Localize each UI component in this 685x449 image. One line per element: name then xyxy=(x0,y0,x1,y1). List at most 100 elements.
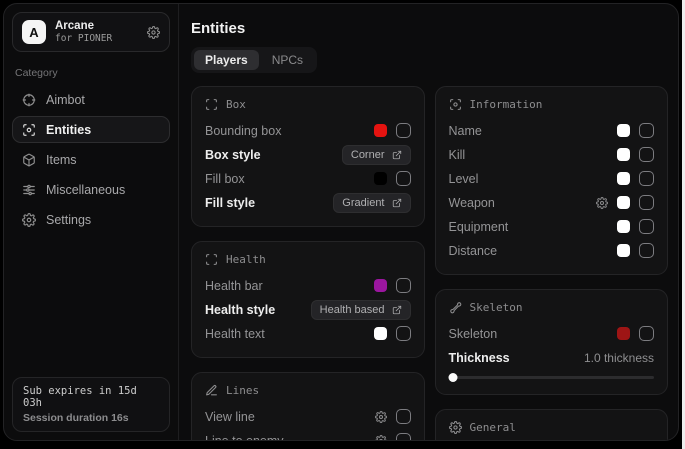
left-column: Box Bounding box Box style Corner xyxy=(191,86,425,440)
row-label: Thickness xyxy=(449,351,510,365)
skeleton-checkbox[interactable] xyxy=(639,326,654,341)
sidebar: A Arcane for PIONER Category Aimbot Enti… xyxy=(4,4,179,440)
pencil-line-icon xyxy=(205,384,218,397)
row-view-line: View line xyxy=(205,405,411,428)
gear-icon[interactable] xyxy=(375,435,387,441)
sliders-icon xyxy=(22,183,36,197)
row-label: Kill xyxy=(449,148,466,162)
brand-text: Arcane for PIONER xyxy=(55,19,138,45)
color-swatch[interactable] xyxy=(617,124,630,137)
row-fill-style: Fill style Gradient xyxy=(205,191,411,214)
color-swatch[interactable] xyxy=(617,220,630,233)
brand-name: Arcane xyxy=(55,19,138,33)
bounding-box-checkbox[interactable] xyxy=(396,123,411,138)
row-weapon: Weapon xyxy=(449,191,655,214)
row-label: Health text xyxy=(205,327,265,341)
color-swatch[interactable] xyxy=(617,244,630,257)
health-bar-checkbox[interactable] xyxy=(396,278,411,293)
crosshair-icon xyxy=(22,93,36,107)
row-skeleton: Skeleton xyxy=(449,322,655,345)
color-swatch[interactable] xyxy=(374,124,387,137)
thickness-slider[interactable] xyxy=(449,372,655,382)
sidebar-item-settings[interactable]: Settings xyxy=(12,206,170,233)
color-swatch[interactable] xyxy=(617,148,630,161)
fill-style-dropdown[interactable]: Gradient xyxy=(333,193,410,213)
card-box-header: Box xyxy=(205,98,411,111)
card-health: Health Health bar Health style Health ba… xyxy=(191,241,425,358)
row-thickness: Thickness 1.0 thickness xyxy=(449,346,655,369)
row-health-style: Health style Health based xyxy=(205,298,411,321)
thickness-value: 1.0 thickness xyxy=(584,351,654,365)
row-box-style: Box style Corner xyxy=(205,143,411,166)
line-to-enemy-checkbox[interactable] xyxy=(396,433,411,440)
row-label: Weapon xyxy=(449,196,495,210)
row-distance: Distance xyxy=(449,239,655,262)
color-swatch[interactable] xyxy=(617,172,630,185)
tab-npcs[interactable]: NPCs xyxy=(261,50,314,70)
gear-icon xyxy=(22,213,36,227)
row-level: Level xyxy=(449,167,655,190)
row-fill-box: Fill box xyxy=(205,167,411,190)
color-swatch[interactable] xyxy=(374,327,387,340)
health-style-dropdown[interactable]: Health based xyxy=(311,300,411,320)
row-equipment: Equipment xyxy=(449,215,655,238)
sidebar-item-items[interactable]: Items xyxy=(12,146,170,173)
card-title: Lines xyxy=(226,384,259,397)
weapon-checkbox[interactable] xyxy=(639,195,654,210)
sidebar-item-entities[interactable]: Entities xyxy=(12,116,170,143)
level-checkbox[interactable] xyxy=(639,171,654,186)
card-general: General Visibility check Max distance xyxy=(435,409,669,440)
row-name: Name xyxy=(449,119,655,142)
sidebar-item-aimbot[interactable]: Aimbot xyxy=(12,86,170,113)
row-label: Health bar xyxy=(205,279,263,293)
card-general-header: General xyxy=(449,421,655,434)
row-label: Name xyxy=(449,124,482,138)
expand-icon xyxy=(392,150,402,160)
row-label: Health style xyxy=(205,303,275,317)
color-swatch[interactable] xyxy=(617,327,630,340)
expand-icon xyxy=(392,198,402,208)
dropdown-value: Health based xyxy=(320,304,385,316)
sub-expiry-text: Sub expires in 15d 03h xyxy=(23,385,159,409)
card-lines-header: Lines xyxy=(205,384,411,397)
health-text-checkbox[interactable] xyxy=(396,326,411,341)
row-label: Line to enemy xyxy=(205,434,284,441)
gear-icon[interactable] xyxy=(596,197,608,209)
kill-checkbox[interactable] xyxy=(639,147,654,162)
row-label: View line xyxy=(205,410,255,424)
distance-checkbox[interactable] xyxy=(639,243,654,258)
brand-subtitle: for PIONER xyxy=(55,33,138,45)
slider-thumb[interactable] xyxy=(448,373,457,382)
card-information-header: Information xyxy=(449,98,655,111)
row-label: Box style xyxy=(205,148,261,162)
sidebar-item-label: Settings xyxy=(46,213,91,227)
row-label: Level xyxy=(449,172,479,186)
card-title: Skeleton xyxy=(470,301,523,314)
box-style-dropdown[interactable]: Corner xyxy=(342,145,411,165)
subscription-info: Sub expires in 15d 03h Session duration … xyxy=(12,377,170,432)
gear-icon[interactable] xyxy=(375,411,387,423)
row-label: Equipment xyxy=(449,220,509,234)
tab-players[interactable]: Players xyxy=(194,50,259,70)
view-line-checkbox[interactable] xyxy=(396,409,411,424)
sidebar-item-label: Entities xyxy=(46,123,91,137)
card-lines: Lines View line Line to enemy xyxy=(191,372,425,440)
row-label: Skeleton xyxy=(449,327,498,341)
color-swatch[interactable] xyxy=(374,172,387,185)
gear-icon[interactable] xyxy=(147,26,160,39)
app-window: A Arcane for PIONER Category Aimbot Enti… xyxy=(3,3,679,441)
package-icon xyxy=(22,153,36,167)
equipment-checkbox[interactable] xyxy=(639,219,654,234)
gear-icon xyxy=(449,421,462,434)
fill-box-checkbox[interactable] xyxy=(396,171,411,186)
color-swatch[interactable] xyxy=(617,196,630,209)
sidebar-item-label: Aimbot xyxy=(46,93,85,107)
row-label: Fill style xyxy=(205,196,255,210)
card-title: Health xyxy=(226,253,266,266)
name-checkbox[interactable] xyxy=(639,123,654,138)
row-label: Distance xyxy=(449,244,498,258)
color-swatch[interactable] xyxy=(374,279,387,292)
sidebar-item-label: Miscellaneous xyxy=(46,183,125,197)
sidebar-item-miscellaneous[interactable]: Miscellaneous xyxy=(12,176,170,203)
row-health-bar: Health bar xyxy=(205,274,411,297)
